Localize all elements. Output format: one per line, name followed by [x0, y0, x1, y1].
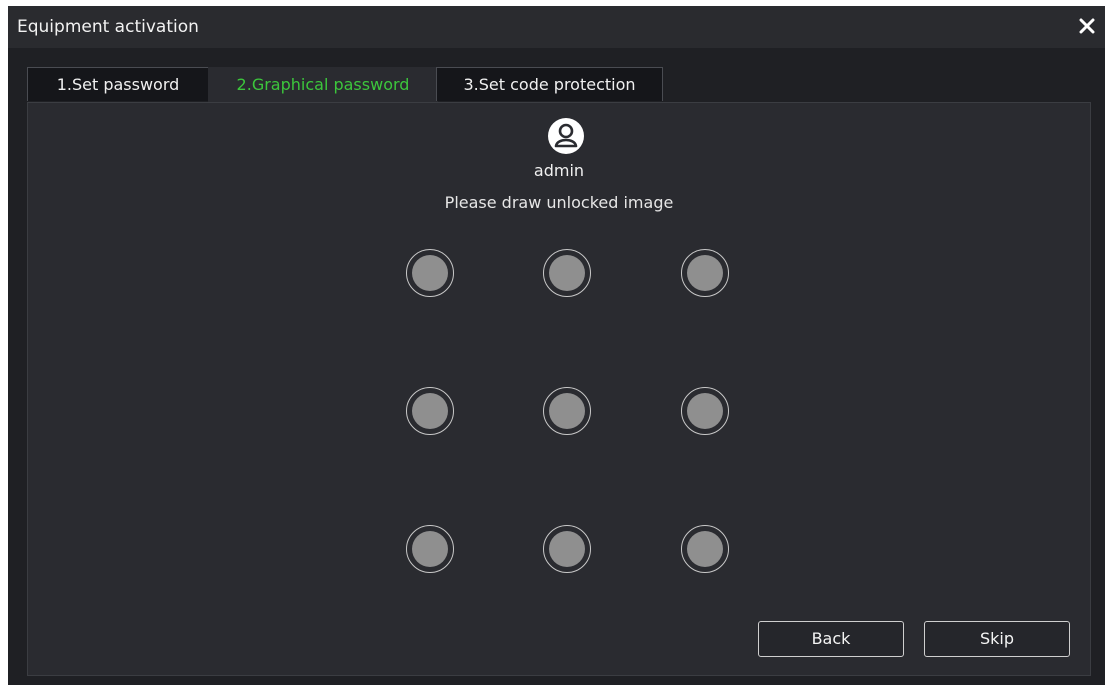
user-avatar-glyph: [554, 123, 578, 148]
tab-graphical-password[interactable]: 2.Graphical password: [208, 67, 438, 103]
pattern-dot-9[interactable]: [681, 525, 729, 573]
skip-button[interactable]: Skip: [924, 621, 1070, 657]
pattern-dot-1[interactable]: [406, 249, 454, 297]
close-icon[interactable]: [1073, 12, 1101, 40]
graphical-password-panel: admin Please draw unlocked image Back Sk…: [27, 102, 1091, 676]
back-button[interactable]: Back: [758, 621, 904, 657]
pattern-dot-7[interactable]: [406, 525, 454, 573]
username-label: admin: [533, 161, 585, 180]
equipment-activation-dialog: Equipment activation 1.Set password 2.Gr…: [8, 6, 1105, 685]
tab-set-password[interactable]: 1.Set password: [27, 67, 209, 101]
pattern-dot-6[interactable]: [681, 387, 729, 435]
draw-pattern-prompt: Please draw unlocked image: [444, 193, 674, 212]
pattern-dot-4[interactable]: [406, 387, 454, 435]
title-bar: Equipment activation: [8, 6, 1105, 48]
dialog-title: Equipment activation: [17, 17, 199, 37]
pattern-dot-2[interactable]: [543, 249, 591, 297]
pattern-dot-5[interactable]: [543, 387, 591, 435]
user-avatar-icon: [548, 118, 584, 154]
close-icon-glyph: [1079, 18, 1095, 34]
pattern-dot-8[interactable]: [543, 525, 591, 573]
tab-set-code-protection[interactable]: 3.Set code protection: [436, 67, 663, 101]
pattern-dot-3[interactable]: [681, 249, 729, 297]
